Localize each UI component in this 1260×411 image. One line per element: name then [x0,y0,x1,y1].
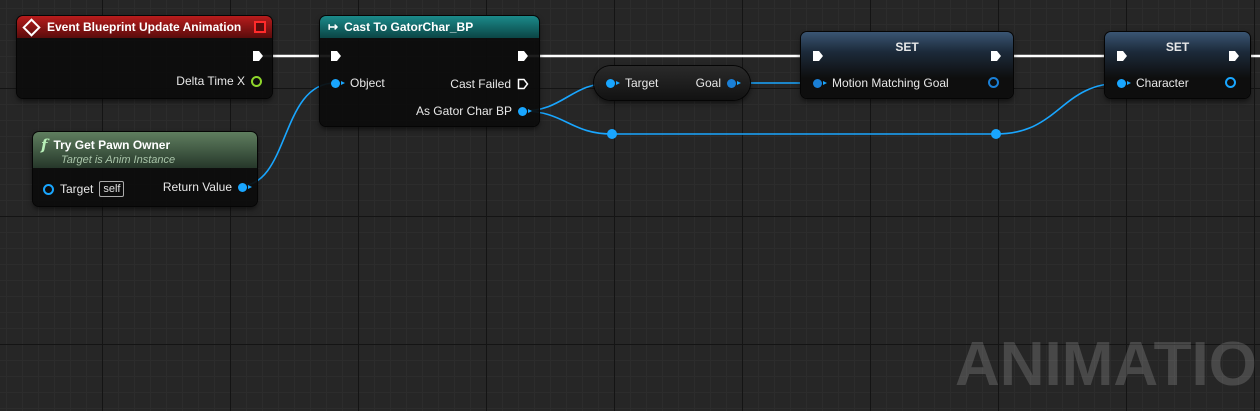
set1-pin-label: Motion Matching Goal [832,76,949,90]
reroute-node-2[interactable] [991,129,1001,139]
return-value-label: Return Value [162,180,232,194]
set2-character-input-pin[interactable]: Character [1117,76,1189,90]
cast-node-header: ↦ Cast To GatorChar_BP [320,16,539,38]
cast-node-title: Cast To GatorChar_BP [344,20,474,34]
cast-exec-in-pin[interactable] [330,50,342,62]
delta-time-label: Delta Time X [176,74,245,88]
set-motion-matching-goal-node[interactable]: SET Motion Matching Goal [801,32,1013,98]
try-get-target-pin-icon[interactable] [43,183,54,195]
try-get-subtitle: Target is Anim Instance [61,154,176,166]
set1-exec-in-pin[interactable] [812,50,824,62]
cast-object-label: Object [350,76,385,90]
cast-failed-label: Cast Failed [450,77,511,91]
cast-object-pin-icon[interactable] [331,78,345,88]
as-gator-char-pin[interactable]: As Gator Char BP [415,104,532,118]
try-get-target-pin[interactable]: Target self [43,181,125,197]
try-get-header: f Try Get Pawn Owner Target is Anim Inst… [33,132,257,168]
delta-time-pin-icon[interactable] [251,75,262,87]
event-diamond-icon [22,17,41,37]
getter-target-pin[interactable]: Target [606,76,658,90]
set1-exec-out-pin[interactable] [990,50,1002,62]
getter-goal-label: Goal [695,76,721,90]
try-get-title: Try Get Pawn Owner [53,138,171,152]
try-get-pawn-owner-node[interactable]: f Try Get Pawn Owner Target is Anim Inst… [33,132,257,206]
cast-arrow-icon: ↦ [328,20,339,34]
set2-exec-in-pin[interactable] [1116,50,1128,62]
getter-target-label: Target [625,76,659,90]
try-get-target-label: Target [60,182,94,196]
event-update-animation-node[interactable]: Event Blueprint Update Animation Delta T… [17,16,272,98]
return-value-pin[interactable]: Return Value [162,180,252,194]
cast-to-gatorchar-node[interactable]: ↦ Cast To GatorChar_BP Object Cast Faile… [320,16,539,126]
set2-character-input-pin-icon[interactable] [1117,78,1131,88]
delegate-square-icon[interactable] [254,21,266,33]
cast-failed-pin[interactable]: Cast Failed [450,77,529,91]
set2-exec-out-pin[interactable] [1228,50,1240,62]
cast-object-pin[interactable]: Object [331,76,385,90]
event-exec-out-pin[interactable] [252,50,264,62]
set1-output-pin-icon[interactable] [988,77,999,88]
set2-output-pin-icon[interactable] [1225,77,1236,88]
set-character-node[interactable]: SET Character [1105,32,1250,98]
getter-target-pin-icon[interactable] [606,78,620,88]
wire-reroute-character [995,82,1123,135]
function-icon: f [41,136,48,154]
reroute-node-1[interactable] [607,129,617,139]
return-value-pin-icon[interactable] [238,182,252,192]
as-gator-char-pin-icon[interactable] [518,106,532,116]
goal-getter-node[interactable]: Target Goal [594,66,750,100]
cast-exec-out-pin[interactable] [517,50,529,62]
set2-pin-label: Character [1136,76,1189,90]
getter-goal-pin-icon[interactable] [727,78,741,88]
graph-type-watermark: ANIMATION [955,330,1260,399]
event-node-header: Event Blueprint Update Animation [17,16,272,38]
getter-goal-pin[interactable]: Goal [695,76,741,90]
cast-failed-exec-icon[interactable] [517,78,529,90]
set1-goal-input-pin-icon[interactable] [813,78,827,88]
self-default-box[interactable]: self [99,181,125,197]
set1-goal-input-pin[interactable]: Motion Matching Goal [813,76,949,90]
as-gator-char-label: As Gator Char BP [415,104,512,118]
event-node-title: Event Blueprint Update Animation [47,20,242,34]
set1-title: SET [895,40,919,54]
delta-time-pin[interactable]: Delta Time X [176,74,262,88]
